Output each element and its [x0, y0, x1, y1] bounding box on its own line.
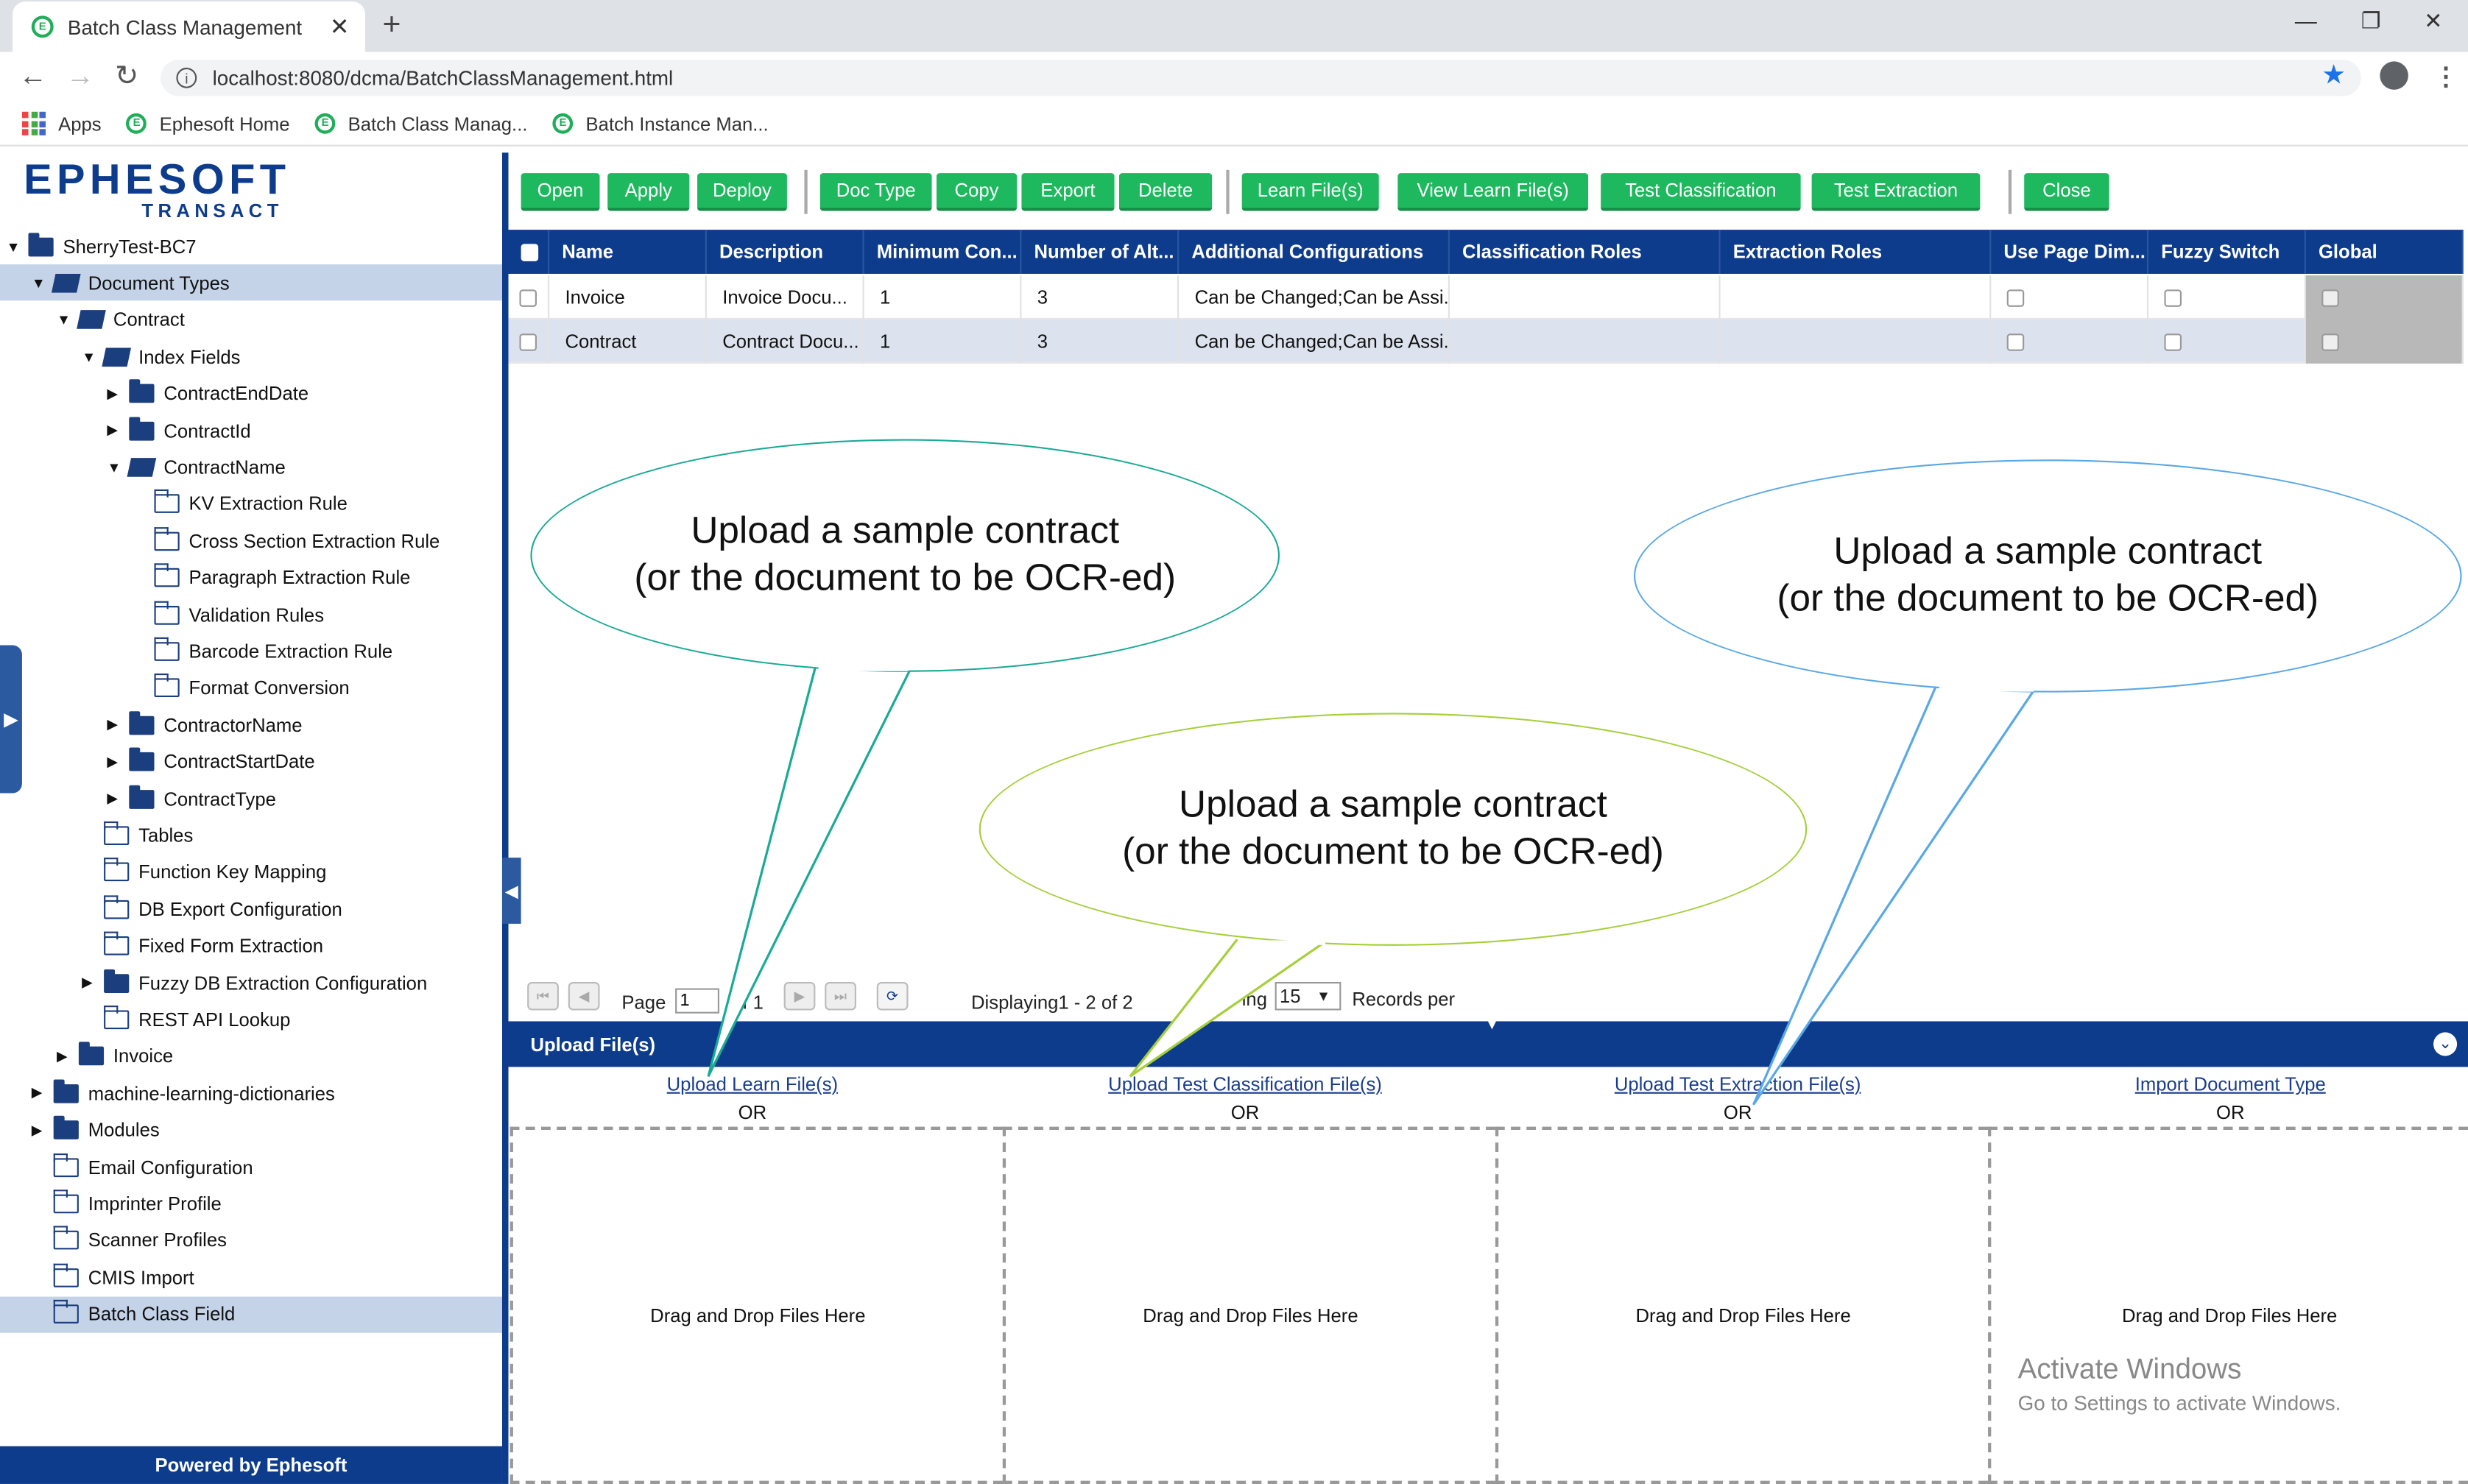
callout-pointer-joins [818, 666, 2034, 945]
